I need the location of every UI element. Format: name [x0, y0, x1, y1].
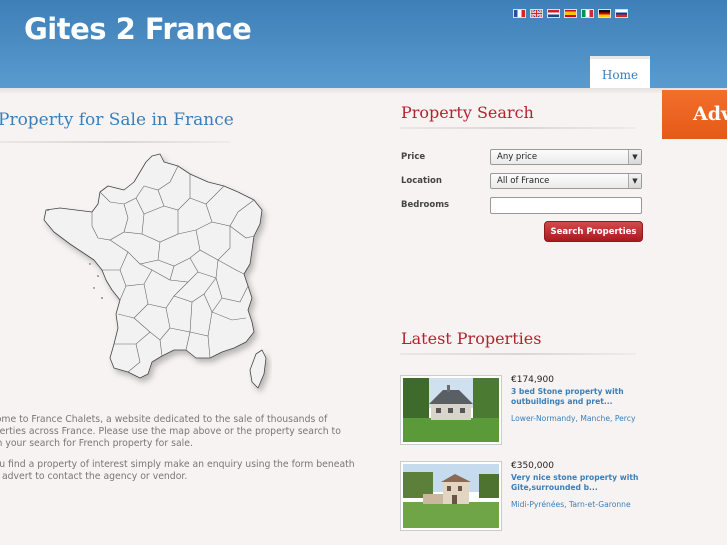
language-selector — [513, 9, 628, 18]
advert-banner[interactable]: Adv — [662, 90, 727, 139]
flag-es-icon[interactable] — [564, 9, 577, 18]
page-title: Property for Sale in France — [0, 110, 234, 130]
nav-home-tab[interactable]: Home — [590, 56, 650, 88]
property-location[interactable]: Lower-Normandy, Manche, Percy — [511, 414, 635, 423]
site-logo[interactable]: Gites 2 France — [24, 12, 252, 46]
property-card[interactable]: €174,900 3 bed Stone property with outbu… — [400, 375, 650, 445]
search-properties-button[interactable]: Search Properties — [544, 221, 643, 242]
header-shadow — [0, 88, 727, 94]
property-price: €350,000 — [511, 461, 554, 471]
bedrooms-label: Bedrooms — [401, 200, 450, 210]
site-header: Gites 2 France Home — [0, 0, 727, 88]
property-search-title: Property Search — [401, 103, 534, 122]
price-select[interactable]: Any price ▼ — [490, 149, 642, 165]
title-divider — [0, 141, 230, 143]
price-label: Price — [401, 152, 426, 162]
property-location[interactable]: Midi-Pyrénées, Tarn-et-Garonne — [511, 500, 631, 509]
intro-line: gin your search for French property for … — [0, 438, 193, 450]
property-photo[interactable] — [400, 461, 502, 531]
property-price: €174,900 — [511, 375, 554, 385]
property-card[interactable]: €350,000 Very nice stone property with G… — [400, 461, 650, 531]
intro-line: lcome to France Chalets, a website dedic… — [0, 414, 328, 425]
bedrooms-input[interactable] — [490, 197, 642, 214]
location-label: Location — [401, 176, 442, 186]
intro-paragraph-2: you find a property of interest simply m… — [0, 459, 368, 483]
intro-text: lcome to France Chalets, a website dedic… — [0, 414, 368, 491]
property-title-line: Very nice stone property with — [511, 473, 639, 482]
dropdown-arrow-icon: ▼ — [628, 174, 641, 188]
flag-it-icon[interactable] — [581, 9, 594, 18]
intro-paragraph-1: lcome to France Chalets, a website dedic… — [0, 414, 368, 451]
intro-line: ch advert to contact the agency or vendo… — [0, 470, 188, 482]
property-title-link[interactable]: 3 bed Stone property with outbuildings a… — [511, 387, 651, 407]
property-photo[interactable] — [400, 375, 502, 445]
location-select[interactable]: All of France ▼ — [490, 173, 642, 189]
intro-line: you find a property of interest simply m… — [0, 458, 355, 470]
location-select-value: All of France — [497, 176, 550, 186]
dropdown-arrow-icon: ▼ — [628, 150, 641, 164]
property-title-line: outbuildings and pret... — [511, 397, 613, 406]
title-divider — [400, 127, 636, 129]
flag-nl-icon[interactable] — [547, 9, 560, 18]
flag-ru-icon[interactable] — [615, 9, 628, 18]
flag-fr-icon[interactable] — [513, 9, 526, 18]
price-select-value: Any price — [497, 152, 538, 162]
intro-line: operties across France. Please use the m… — [0, 426, 341, 438]
latest-properties-title: Latest Properties — [401, 329, 542, 348]
france-regions-map[interactable] — [40, 152, 272, 398]
title-divider — [400, 353, 636, 355]
property-title-line: Gite,surrounded b... — [511, 483, 598, 492]
property-title-link[interactable]: Very nice stone property with Gite,surro… — [511, 473, 651, 493]
property-title-line: 3 bed Stone property with — [511, 387, 624, 396]
flag-uk-icon[interactable] — [530, 9, 543, 18]
corsica-outline — [249, 349, 267, 389]
flag-de-icon[interactable] — [598, 9, 611, 18]
